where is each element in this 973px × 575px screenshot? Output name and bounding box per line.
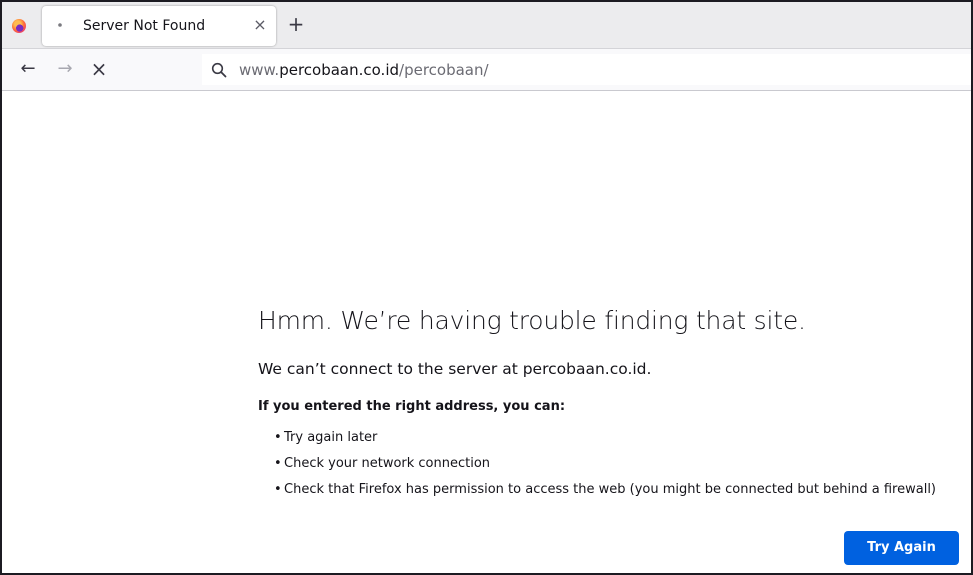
stop-icon[interactable]: × [88, 58, 110, 80]
tab-loading-dot-icon [58, 23, 62, 27]
url-host: percobaan.co.id [279, 61, 400, 79]
url-bar[interactable]: www.percobaan.co.id/percobaan/ [202, 54, 971, 85]
error-title: Hmm. We’re having trouble finding that s… [258, 306, 806, 335]
url-path: /percobaan/ [399, 61, 489, 79]
suggestion-item: Check your network connection [274, 455, 936, 481]
try-again-button[interactable]: Try Again [844, 531, 959, 565]
suggestion-item: Check that Firefox has permission to acc… [274, 481, 936, 507]
forward-arrow-icon[interactable]: → [54, 58, 76, 80]
search-icon [211, 62, 227, 78]
browser-window: Server Not Found × + ← → × www.percobaan… [0, 0, 973, 575]
error-page: Hmm. We’re having trouble finding that s… [2, 92, 971, 573]
firefox-logo-icon[interactable] [12, 19, 26, 33]
navigation-toolbar: ← → × www.percobaan.co.id/percobaan/ [2, 49, 971, 91]
error-description: We can’t connect to the server at percob… [258, 360, 652, 378]
url-text[interactable]: www.percobaan.co.id/percobaan/ [239, 61, 489, 79]
suggestions-list: Try again later Check your network conne… [274, 429, 936, 507]
close-icon[interactable]: × [251, 15, 269, 35]
tab-server-not-found[interactable]: Server Not Found × [42, 6, 276, 46]
url-prefix: www. [239, 61, 280, 79]
suggestion-item: Try again later [274, 429, 936, 455]
tab-strip: Server Not Found × + [2, 2, 971, 49]
plus-icon[interactable]: + [285, 13, 307, 35]
tab-title: Server Not Found [83, 18, 206, 34]
back-arrow-icon[interactable]: ← [17, 58, 39, 80]
suggestions-heading: If you entered the right address, you ca… [258, 399, 566, 414]
